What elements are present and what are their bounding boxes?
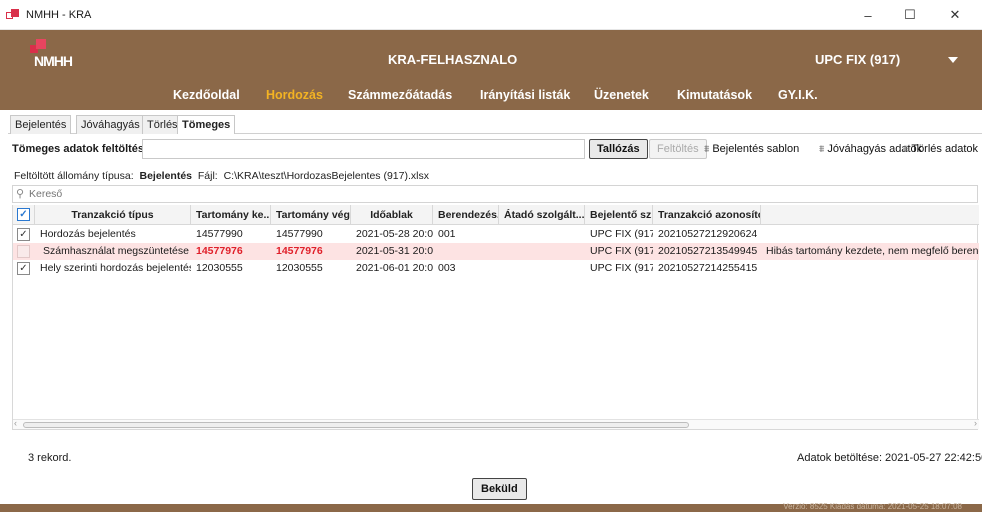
- browse-button[interactable]: Tallózás: [589, 139, 648, 159]
- scroll-right-icon[interactable]: ›: [974, 418, 977, 428]
- download-bejelentes-sablon[interactable]: ⩩ Bejelentés sablon: [704, 143, 799, 155]
- cell-device: 001: [438, 228, 456, 240]
- select-all-checkbox[interactable]: ✓: [17, 208, 30, 221]
- tab-tomeges[interactable]: Tömeges: [177, 115, 236, 134]
- nav-item-szammezoatadas[interactable]: Számmezőátadás: [348, 88, 452, 102]
- col-header[interactable]: [761, 205, 979, 225]
- nav-item-kimutatasok[interactable]: Kimutatások: [677, 88, 752, 102]
- nav-item-hordozas[interactable]: Hordozás: [266, 88, 323, 102]
- table-header: ✓ Tranzakció típus Tartomány ke... Tarto…: [13, 205, 979, 225]
- main-nav: Kezdőoldal Hordozás Számmezőátadás Irány…: [0, 88, 982, 106]
- cell-message: [761, 260, 979, 277]
- file-type-value: Bejelentés: [139, 170, 193, 182]
- col-header[interactable]: Tranzakció típus: [35, 205, 191, 225]
- maximize-button[interactable]: ☐: [889, 0, 931, 30]
- chevron-down-icon[interactable]: [948, 57, 958, 63]
- table-row[interactable]: ✓ Hely szerinti hordozás bejelentése 120…: [13, 260, 979, 277]
- row-checkbox[interactable]: ✓: [17, 262, 30, 275]
- download-icon: ⩩: [704, 144, 710, 155]
- col-header[interactable]: Átadó szolgált...: [499, 205, 585, 225]
- scroll-left-icon[interactable]: ‹: [14, 418, 17, 428]
- user-name: KRA-FELHASZNALO: [388, 52, 518, 67]
- row-checkbox[interactable]: ✓: [17, 228, 30, 241]
- download-icon: ⩩: [819, 144, 825, 155]
- cell-range-end: 14577976: [276, 245, 323, 257]
- cell-time-window: 2021-05-31 20:00: [356, 245, 433, 257]
- cell-range-start: 12030555: [196, 262, 243, 274]
- cell-time-window: 2021-06-01 20:00: [356, 262, 433, 274]
- record-count: 3 rekord.: [28, 452, 72, 464]
- nav-item-kezdooldal[interactable]: Kezdőoldal: [173, 88, 240, 102]
- download-icon: ⩩: [903, 144, 909, 155]
- horizontal-scrollbar[interactable]: ‹ ›: [13, 418, 979, 429]
- search-input[interactable]: [29, 187, 929, 201]
- table-row-error[interactable]: Számhasználat megszüntetése 14577976 145…: [13, 243, 979, 260]
- scrollbar-thumb[interactable]: [23, 422, 689, 428]
- nav-item-iranyitasi-listak[interactable]: Irányítási listák: [480, 88, 570, 102]
- cell-range-end: 12030555: [276, 262, 323, 274]
- version-info: Verzió: 8525 Kiadás dátuma: 2021-05-25 1…: [783, 502, 962, 511]
- tab-bejelentes[interactable]: Bejelentés: [10, 115, 72, 134]
- submit-button[interactable]: Beküld: [472, 478, 527, 500]
- tab-jovahagyas[interactable]: Jóváhagyás: [76, 115, 145, 134]
- file-info: Feltöltött állomány típusa: Bejelentés F…: [14, 170, 429, 182]
- col-header[interactable]: Tranzakció azonosító: [653, 205, 761, 225]
- footer-bar: Verzió: 8525 Kiadás dátuma: 2021-05-25 1…: [0, 502, 982, 512]
- subtab-bar: Bejelentés Jóváhagyás Törlés Tömeges: [8, 112, 982, 134]
- nmhh-logo: NMHH: [28, 36, 88, 70]
- search-icon: ⚲: [16, 188, 25, 200]
- cell-error-message: Hibás tartomány kezdete, nem megfelő ber…: [766, 245, 979, 257]
- cell-transaction-id: 20210527214255415: [658, 262, 758, 274]
- cell-transaction-id: 20210527213549945: [658, 245, 758, 257]
- cell-range-start: 14577976: [196, 245, 243, 257]
- nav-item-gyik[interactable]: GY.I.K.: [778, 88, 818, 102]
- cell-type: Számhasználat megszüntetése: [43, 245, 189, 257]
- nav-item-uzenetek[interactable]: Üzenetek: [594, 88, 649, 102]
- cell-transaction-id: 20210527212920624: [658, 228, 758, 240]
- company-selector[interactable]: UPC FIX (917): [815, 52, 900, 67]
- transaction-table: ✓ Tranzakció típus Tartomány ke... Tarto…: [12, 205, 979, 430]
- load-timestamp: Adatok betöltése: 2021-05-27 22:42:50: [797, 452, 982, 464]
- col-header[interactable]: Időablak: [351, 205, 433, 225]
- col-header[interactable]: Berendezés...: [433, 205, 499, 225]
- table-row[interactable]: ✓ Hordozás bejelentés 14577990 14577990 …: [13, 226, 979, 243]
- cell-range-end: 14577990: [276, 228, 323, 240]
- col-header[interactable]: Tartomány ke...: [191, 205, 271, 225]
- file-path-field[interactable]: [142, 139, 585, 159]
- cell-message: [761, 226, 979, 243]
- cell-donor: [499, 260, 585, 277]
- close-button[interactable]: ✕: [934, 0, 976, 30]
- download-torles-adatok[interactable]: ⩩ Törlés adatok: [903, 143, 978, 155]
- cell-reporter: UPC FIX (917): [590, 262, 653, 274]
- select-all-cell: ✓: [13, 205, 35, 225]
- window-title: NMHH - KRA: [26, 8, 92, 21]
- app-icon: [6, 8, 20, 21]
- cell-donor: [499, 243, 585, 260]
- cell-range-start: 14577990: [196, 228, 243, 240]
- search-box[interactable]: ⚲: [12, 185, 978, 203]
- cell-device: 003: [438, 262, 456, 274]
- cell-reporter: UPC FIX (917): [590, 245, 653, 257]
- cell-donor: [499, 226, 585, 243]
- row-checkbox: [17, 245, 30, 258]
- app-header: NMHH KRA-FELHASZNALO UPC FIX (917) Kezdő…: [0, 30, 982, 110]
- upload-button: Feltöltés: [649, 139, 707, 159]
- upload-row: Tömeges adatok feltöltése Tallózás Feltö…: [8, 137, 982, 161]
- cell-type: Hordozás bejelentés: [40, 228, 136, 240]
- file-path-value: C:\KRA\teszt\HordozasBejelentes (917).xl…: [223, 170, 429, 182]
- window-titlebar: NMHH - KRA – ☐ ✕: [0, 0, 982, 30]
- cell-time-window: 2021-05-28 20:00: [356, 228, 433, 240]
- col-header[interactable]: Tartomány vége: [271, 205, 351, 225]
- col-header[interactable]: Bejelentő sz...: [585, 205, 653, 225]
- cell-reporter: UPC FIX (917): [590, 228, 653, 240]
- cell-device: [433, 243, 499, 260]
- minimize-button[interactable]: –: [847, 0, 889, 30]
- cell-type: Hely szerinti hordozás bejelentése: [40, 262, 191, 274]
- upload-label: Tömeges adatok feltöltése: [12, 143, 151, 155]
